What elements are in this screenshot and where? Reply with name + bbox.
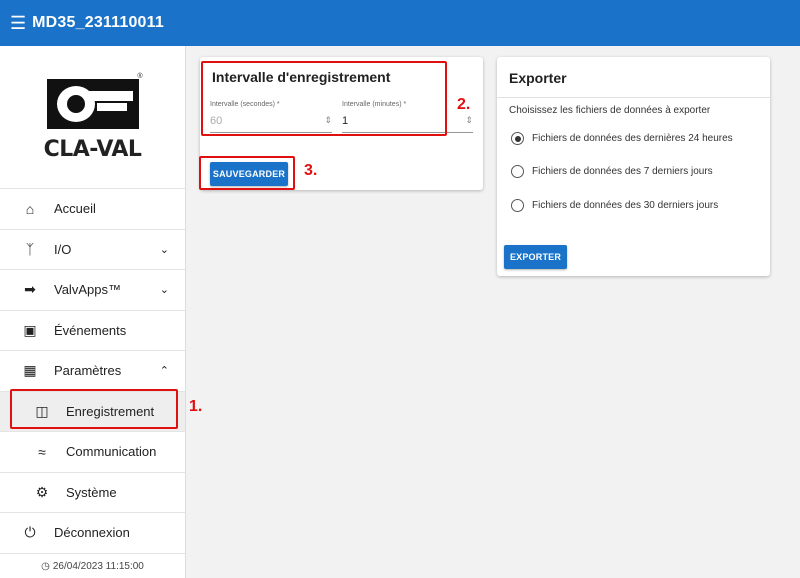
sidebar-item-valvapps[interactable]: ➡ ValvApps™ ⌄ bbox=[0, 269, 185, 310]
sidebar-item-accueil[interactable]: ⌂ Accueil bbox=[0, 188, 185, 229]
device-title: MD35_231110011 bbox=[32, 14, 164, 31]
settings-icon: ▦ bbox=[23, 362, 37, 379]
radio-label: Fichiers de données des dernières 24 heu… bbox=[532, 133, 733, 144]
export-description: Choisissez les fichiers de données à exp… bbox=[509, 105, 711, 116]
logo-text: CLA-VAL bbox=[43, 136, 142, 162]
radio-7days[interactable]: Fichiers de données des 7 derniers jours bbox=[511, 165, 713, 178]
sidebar-item-communication[interactable]: ≈ Communication bbox=[0, 431, 185, 472]
radio-unchecked-icon[interactable] bbox=[511, 199, 524, 212]
export-button[interactable]: EXPORTER bbox=[504, 245, 567, 269]
sidebar-item-label: Paramètres bbox=[54, 363, 122, 379]
sidebar-item-label: Système bbox=[66, 484, 117, 500]
callout-number-3: 3. bbox=[304, 162, 318, 179]
radio-unchecked-icon[interactable] bbox=[511, 165, 524, 178]
radio-30days[interactable]: Fichiers de données des 30 derniers jour… bbox=[511, 199, 718, 212]
radio-label: Fichiers de données des 30 derniers jour… bbox=[532, 200, 719, 211]
sidebar-item-systeme[interactable]: ⚙ Système bbox=[0, 471, 185, 513]
power-icon: ⏻ bbox=[24, 524, 36, 541]
callout-number-2: 2. bbox=[457, 96, 471, 113]
callout-box-enregistrement bbox=[10, 389, 178, 429]
sidebar-item-io[interactable]: ᛉ I/O ⌄ bbox=[0, 228, 185, 270]
top-app-bar: ☰ MD35_231110011 bbox=[0, 0, 800, 46]
sidebar: ® CLA-VAL ⌂ Accueil ᛉ I/O ⌄ ➡ ValvApps™ … bbox=[0, 46, 186, 578]
chevron-up-icon[interactable]: ⌃ bbox=[160, 364, 169, 377]
wifi-icon: ≈ bbox=[38, 443, 46, 460]
datetime-text: 26/04/2023 11:15:00 bbox=[52, 560, 144, 572]
chevron-down-icon[interactable]: ⌄ bbox=[160, 283, 169, 296]
sidebar-item-evenements[interactable]: ▣ Événements bbox=[0, 309, 185, 351]
chevron-down-icon[interactable]: ⌄ bbox=[160, 243, 169, 256]
valvapps-icon: ➡ bbox=[24, 281, 36, 298]
sidebar-item-label: I/O bbox=[54, 241, 72, 257]
callout-number-1: 1. bbox=[189, 398, 203, 415]
sidebar-item-label: Déconnexion bbox=[54, 525, 130, 541]
sidebar-item-label: ValvApps™ bbox=[54, 282, 121, 298]
home-icon: ⌂ bbox=[25, 200, 35, 217]
cla-val-logo: ® CLA-VAL bbox=[0, 46, 185, 188]
footer-datetime: ◷ 26/04/2023 11:15:00 bbox=[0, 552, 185, 578]
sidebar-item-parametres[interactable]: ▦ Paramètres ⌃ bbox=[0, 350, 185, 391]
gear-icon: ⚙ bbox=[35, 483, 49, 500]
radio-checked-icon[interactable] bbox=[511, 132, 524, 145]
spinner-icon[interactable]: ⇕ bbox=[465, 115, 473, 126]
calendar-icon: ▣ bbox=[23, 321, 37, 338]
io-icon: ᛉ bbox=[25, 241, 35, 258]
callout-box-interval bbox=[201, 61, 447, 136]
sidebar-item-label: Événements bbox=[54, 322, 127, 338]
clock-icon: ◷ bbox=[41, 560, 50, 572]
radio-label: Fichiers de données des 7 derniers jours bbox=[532, 166, 713, 177]
export-card: Exporter Choisissez les fichiers de donn… bbox=[497, 57, 770, 276]
logo-mark: ® bbox=[43, 73, 143, 135]
export-card-title: Exporter bbox=[509, 70, 567, 86]
sidebar-item-deconnexion[interactable]: ⏻ Déconnexion bbox=[0, 512, 185, 553]
divider bbox=[497, 97, 770, 98]
callout-box-save bbox=[199, 156, 295, 190]
radio-24h[interactable]: Fichiers de données des dernières 24 heu… bbox=[511, 132, 733, 145]
menu-icon[interactable]: ☰ bbox=[10, 13, 26, 34]
sidebar-item-label: Accueil bbox=[54, 201, 96, 217]
sidebar-item-label: Communication bbox=[66, 444, 157, 460]
